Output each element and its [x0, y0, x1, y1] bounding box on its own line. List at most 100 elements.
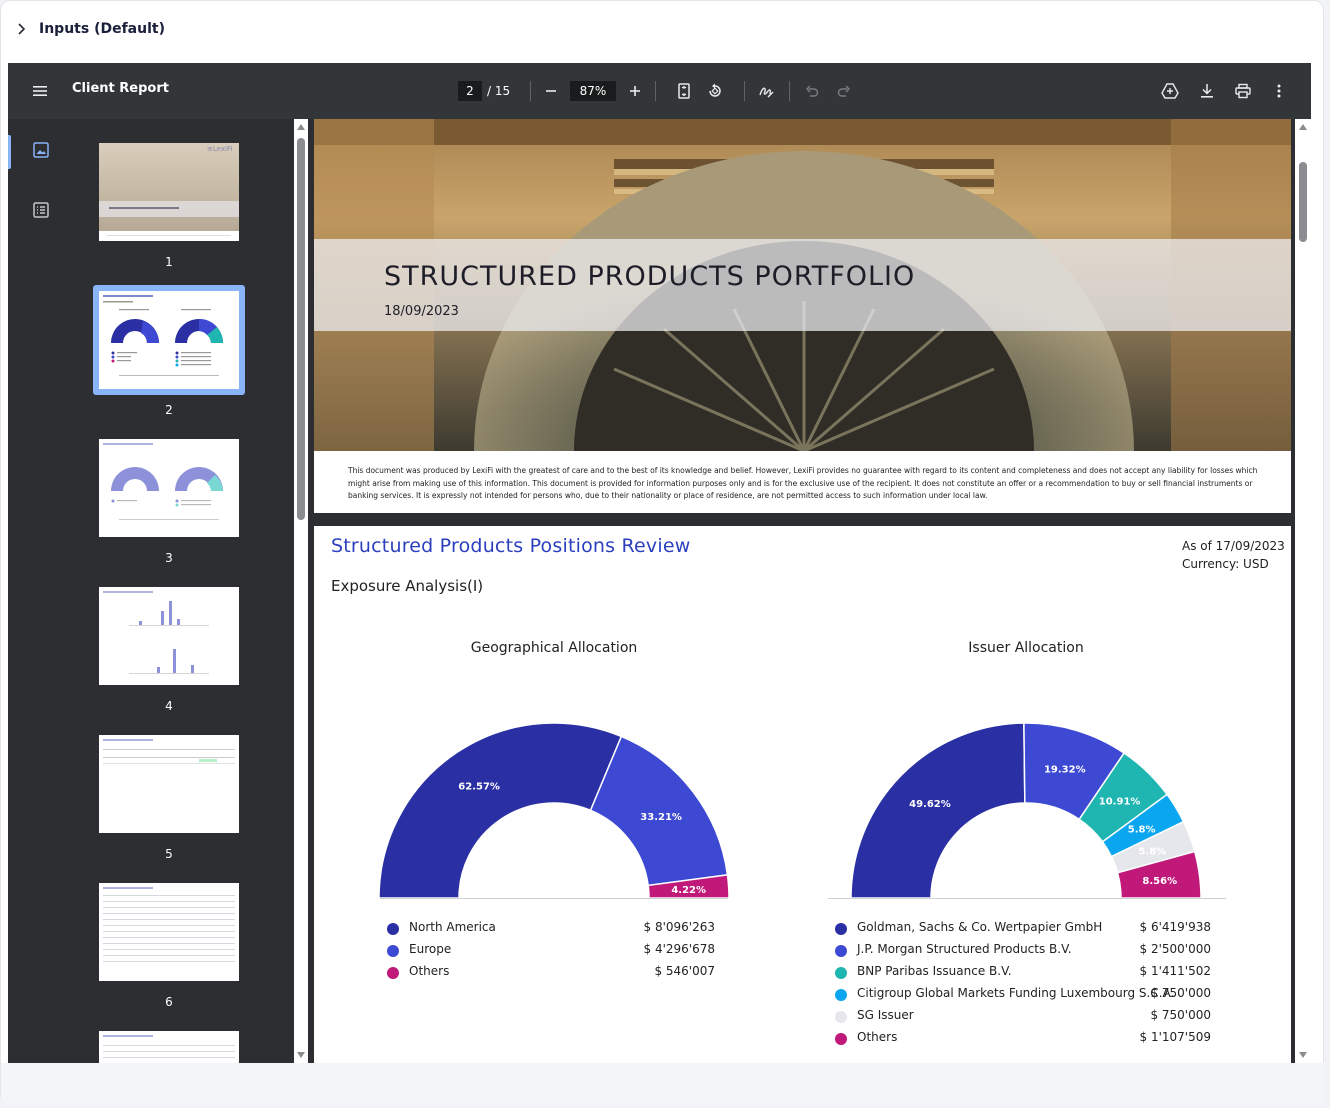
toolbar-divider [655, 81, 656, 101]
legend-label: Citigroup Global Markets Funding Luxembo… [857, 986, 1175, 1000]
legend-swatch [835, 945, 847, 957]
page-number-input[interactable]: 2 [458, 81, 482, 101]
slice-label: 62.57% [458, 782, 500, 793]
slice-label: 49.62% [909, 799, 951, 810]
footer-band [1, 1063, 1325, 1105]
chart-baseline [828, 898, 1226, 899]
legend-label: Europe [409, 942, 452, 956]
thumbnail-page-2[interactable] [99, 291, 239, 389]
scroll-down-icon[interactable] [297, 1052, 305, 1058]
cover-title: STRUCTURED PRODUCTS PORTFOLIO [384, 261, 916, 292]
svg-text:≡LexiFi: ≡LexiFi [207, 145, 232, 153]
slice-label: 10.91% [1099, 797, 1141, 808]
legend-item: Others $ 1'107'509 [835, 1029, 1211, 1051]
download-icon[interactable] [1197, 81, 1217, 101]
legend-swatch [835, 1033, 847, 1045]
thumbnail-page-6[interactable] [99, 883, 239, 981]
legend-swatch [835, 1011, 847, 1023]
slice-label: 5.8% [1128, 824, 1156, 835]
legend-item: J.P. Morgan Structured Products B.V. $ 2'… [835, 941, 1211, 963]
legend-item: SG Issuer $ 750'000 [835, 1007, 1211, 1029]
legend-swatch [835, 923, 847, 935]
more-options-icon[interactable] [1269, 81, 1289, 101]
legend-item: Europe $ 4'296'678 [387, 941, 715, 963]
menu-icon[interactable] [30, 81, 50, 101]
as-of-date: As of 17/09/2023 [1182, 539, 1285, 553]
legend-amount: $ 8'096'263 [643, 920, 716, 934]
legend-item: North America $ 8'096'263 [387, 919, 715, 941]
thumbnail-page-7[interactable] [99, 1031, 239, 1063]
thumbnail-number: 1 [165, 255, 173, 269]
legend-label: Others [409, 964, 450, 978]
legend-amount: $ 546'007 [654, 964, 715, 978]
legend-swatch [835, 989, 847, 1001]
sidebar-tabs [8, 119, 64, 1063]
thumbnail-page-5[interactable] [99, 735, 239, 833]
legend-amount: $ 2'500'000 [1139, 942, 1212, 956]
report-meta: As of 17/09/2023 Currency: USD [1182, 537, 1285, 573]
thumbnail-number: 6 [165, 995, 173, 1009]
zoom-out-icon[interactable] [541, 81, 561, 101]
toolbar-divider [530, 81, 531, 101]
drive-save-icon[interactable] [1160, 81, 1180, 101]
scroll-up-icon[interactable] [1299, 124, 1307, 130]
thumbnail-number: 4 [165, 699, 173, 713]
legend-amount: $ 1'411'502 [1139, 964, 1212, 978]
legend-label: J.P. Morgan Structured Products B.V. [857, 942, 1072, 956]
toolbar-divider [789, 81, 790, 101]
issuer-allocation-chart: 49.62% 19.32% 10.91% 5.8% 5.8% 8.56% [850, 722, 1202, 899]
thumbnail-number: 5 [165, 847, 173, 861]
redo-icon[interactable] [834, 81, 854, 101]
page-total: / 15 [487, 84, 511, 98]
scrollbar-thumb[interactable] [297, 138, 305, 520]
thumbnail-scrollbar[interactable] [294, 119, 308, 1063]
rotate-icon[interactable] [705, 81, 725, 101]
legend-item: Citigroup Global Markets Funding Luxembo… [835, 985, 1211, 1007]
undo-icon[interactable] [802, 81, 822, 101]
inputs-toggle[interactable]: Inputs (Default) [15, 18, 165, 40]
scroll-up-icon[interactable] [297, 124, 305, 130]
toolbar-divider [744, 81, 745, 101]
outline-icon[interactable] [32, 201, 50, 219]
inputs-title: Inputs (Default) [39, 21, 165, 37]
geo-chart-title: Geographical Allocation [470, 640, 638, 656]
geo-legend: North America $ 8'096'263 Europe $ 4'296'67… [387, 919, 715, 985]
geo-allocation-chart: 62.57% 33.21% 4.22% [378, 722, 730, 899]
disclaimer-text: This document was produced by LexiFi wit… [348, 466, 1258, 500]
slice-label: 5.8% [1138, 846, 1166, 857]
issuer-legend: Goldman, Sachs & Co. Wertpapier GmbH $ 6'… [835, 919, 1211, 1051]
legend-label: North America [409, 920, 496, 934]
donut-slice [378, 722, 623, 899]
legend-label: BNP Paribas Issuance B.V. [857, 964, 1012, 978]
thumbnails-icon[interactable] [32, 141, 50, 159]
report-subtitle: Exposure Analysis(I) [331, 577, 484, 595]
legend-item: BNP Paribas Issuance B.V. $ 1'411'502 [835, 963, 1211, 985]
thumbnail-sidebar: ≡LexiFi 1 2 3 4 5 6 [8, 119, 293, 1063]
zoom-level-input[interactable]: 87% [570, 81, 616, 101]
fit-page-icon[interactable] [674, 81, 694, 101]
thumbnail-number: 2 [165, 403, 173, 417]
legend-amount: $ 6'419'938 [1139, 920, 1212, 934]
legend-item: Goldman, Sachs & Co. Wertpapier GmbH $ 6'… [835, 919, 1211, 941]
legend-label: Goldman, Sachs & Co. Wertpapier GmbH [857, 920, 1103, 934]
legend-amount: $ 750'000 [1150, 1008, 1211, 1022]
currency-label: Currency: USD [1182, 557, 1269, 571]
print-icon[interactable] [1233, 81, 1253, 101]
scroll-down-icon[interactable] [1299, 1052, 1307, 1058]
pdf-viewer: Client Report 2 / 15 87% ≡LexiFi 1 2 3 4… [8, 63, 1311, 1063]
thumbnail-number: 3 [165, 551, 173, 565]
slice-label: 4.22% [671, 885, 706, 896]
legend-amount: $ 750'000 [1150, 986, 1211, 1000]
thumbnail-page-4[interactable] [99, 587, 239, 685]
pdf-toolbar: Client Report 2 / 15 87% [8, 63, 1311, 119]
legend-item: Others $ 546'007 [387, 963, 715, 985]
page-scrollbar[interactable] [1295, 119, 1311, 1063]
zoom-in-icon[interactable] [625, 81, 645, 101]
scrollbar-thumb[interactable] [1299, 162, 1307, 242]
thumbnail-page-3[interactable] [99, 439, 239, 537]
thumbnail-page-1[interactable]: ≡LexiFi [99, 143, 239, 241]
issuer-chart-title: Issuer Allocation [968, 640, 1084, 656]
report-card: Inputs (Default) Client Report 2 / 15 87… [0, 0, 1325, 1105]
annotate-icon[interactable] [756, 81, 776, 101]
slice-label: 33.21% [640, 812, 682, 823]
